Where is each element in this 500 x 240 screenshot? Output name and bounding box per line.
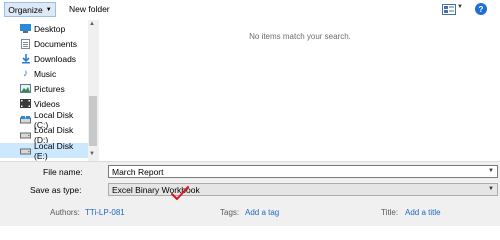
music-icon: ♪ [23, 68, 28, 79]
view-chevron-down-icon[interactable]: ▼ [457, 4, 463, 10]
nav-item-label: Music [34, 68, 57, 79]
file-name-chevron-down-icon[interactable]: ▼ [488, 168, 494, 174]
nav-item-label: Videos [34, 98, 60, 109]
organize-label: Organize [8, 4, 43, 15]
add-title-link[interactable]: Add a title [405, 208, 441, 217]
save-as-type-chevron-down-icon[interactable]: ▼ [488, 186, 494, 192]
file-name-label: File name: [43, 167, 83, 177]
nav-item-label: Local Disk (E:) [34, 140, 74, 161]
nav-item-music[interactable]: ♪ Music [0, 66, 88, 81]
nav-item-pictures[interactable]: Pictures [0, 81, 88, 96]
drive-icon [20, 146, 31, 156]
scroll-down-icon[interactable]: ▼ [89, 151, 95, 157]
file-name-input[interactable]: March Report ▼ [108, 165, 498, 178]
documents-icon [20, 38, 31, 49]
drive-icon [20, 130, 31, 140]
authors-label: Authors: [50, 208, 80, 217]
help-icon[interactable]: ? [475, 3, 487, 15]
save-form: File name: March Report ▼ Save as type: … [0, 161, 500, 226]
nav-item-label: Pictures [34, 83, 65, 94]
save-as-type-select[interactable]: Excel Binary Workbook ▼ [108, 183, 498, 196]
drive-icon [20, 115, 31, 125]
nav-item-label: Desktop [34, 23, 66, 34]
checkmark-annotation-icon [171, 186, 189, 200]
tags-label: Tags: [220, 208, 240, 217]
nav-scrollbar[interactable]: ▲ ▼ [88, 20, 98, 161]
organize-button[interactable]: Organize ▼ [4, 2, 56, 17]
nav-item-local-disk-e[interactable]: Local Disk (E:) [0, 140, 88, 161]
view-options-icon[interactable] [442, 4, 456, 15]
pictures-icon [20, 84, 31, 94]
navigation-pane: Desktop Documents Downloads ♪ Music Pict… [0, 20, 98, 161]
title-label: Title: [381, 208, 399, 217]
downloads-icon [20, 53, 31, 64]
nav-item-downloads[interactable]: Downloads [0, 51, 88, 66]
nav-item-desktop[interactable]: Desktop [0, 21, 88, 36]
videos-icon [20, 99, 31, 109]
file-list-pane[interactable]: No items match your search. [98, 20, 500, 161]
new-folder-button[interactable]: New folder [69, 4, 110, 14]
nav-item-documents[interactable]: Documents [0, 36, 88, 51]
scroll-up-icon[interactable]: ▲ [89, 21, 95, 27]
nav-item-label: Downloads [34, 53, 77, 64]
save-as-type-label: Save as type: [30, 185, 82, 195]
toolbar: Organize ▼ New folder ▼ ? [0, 0, 500, 21]
nav-item-label: Documents [34, 38, 77, 49]
add-tag-link[interactable]: Add a tag [245, 208, 279, 217]
chevron-down-icon: ▼ [45, 6, 52, 13]
authors-value[interactable]: TTi-LP-081 [85, 208, 125, 217]
scrollbar-thumb[interactable] [89, 96, 97, 146]
empty-results-message: No items match your search. [249, 32, 351, 41]
desktop-icon [20, 24, 31, 34]
